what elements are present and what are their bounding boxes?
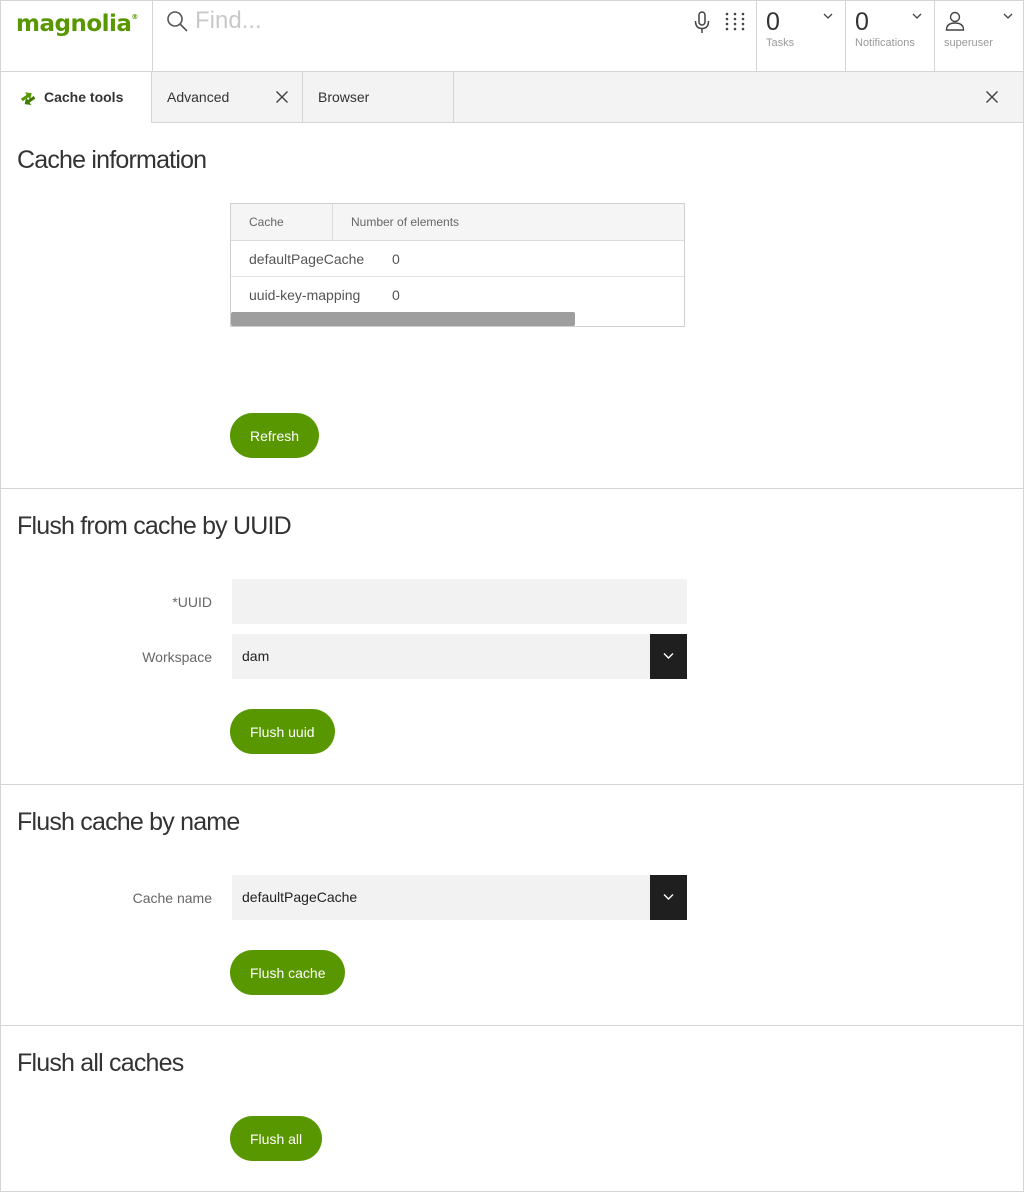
cell-count: 0 [392, 251, 400, 267]
cache-tools-app-icon [20, 92, 35, 105]
cache-name-select[interactable]: defaultPageCache [232, 875, 687, 920]
cache-name-label: Cache name [132, 890, 212, 906]
workspace-select[interactable]: dam [232, 634, 687, 679]
section-title: Flush cache by name [17, 808, 240, 836]
flush-all-button[interactable]: Flush all [230, 1116, 323, 1161]
user-label: superuser [944, 37, 993, 49]
tasks-label: Tasks [766, 37, 795, 49]
search-bar [153, 1, 757, 72]
tasks-indicator[interactable]: 0 Tasks [757, 1, 846, 72]
close-icon[interactable] [275, 90, 289, 104]
workspace-dropdown-button[interactable] [650, 634, 687, 679]
column-header-cache[interactable]: Cache [231, 204, 333, 241]
flush-uuid-button[interactable]: Flush uuid [230, 709, 335, 754]
flush-all-section: Flush all caches Flush all [0, 1026, 1024, 1192]
notifications-label: Notifications [855, 37, 915, 49]
flush-uuid-section: Flush from cache by UUID *UUID Workspace… [0, 489, 1024, 785]
tasks-count: 0 [766, 8, 780, 36]
table-row[interactable]: uuid-key-mapping 0 [231, 277, 684, 313]
user-menu[interactable]: superuser [935, 1, 1023, 72]
logo-text: magnolia® [16, 11, 138, 37]
chevron-down-icon [912, 13, 922, 19]
section-title: Cache information [17, 146, 207, 174]
refresh-button[interactable]: Refresh [230, 413, 320, 458]
cell-count: 0 [392, 287, 400, 303]
tab-label: Advanced [167, 89, 230, 105]
cell-cache: uuid-key-mapping [249, 287, 361, 303]
table-header: Cache Number of elements [231, 204, 684, 241]
workspace-value: dam [242, 648, 270, 664]
user-icon [945, 11, 965, 31]
tab-label: Browser [318, 89, 370, 105]
tab-browser[interactable]: Browser [303, 72, 454, 123]
app-header: magnolia® 0 Tasks 0 Notifications [0, 0, 1024, 72]
cache-name-value: defaultPageCache [242, 889, 358, 905]
app-grid-icon[interactable] [725, 12, 745, 32]
tab-cache-tools[interactable]: Cache tools [1, 72, 152, 123]
uuid-label: *UUID [172, 594, 212, 610]
tab-advanced[interactable]: Advanced [152, 72, 303, 123]
notifications-count: 0 [855, 8, 869, 36]
notifications-indicator[interactable]: 0 Notifications [846, 1, 935, 72]
chevron-down-icon [823, 13, 833, 19]
section-title: Flush all caches [17, 1049, 184, 1077]
cell-cache: defaultPageCache [249, 251, 365, 267]
search-input[interactable] [195, 5, 675, 37]
uuid-field[interactable] [232, 579, 687, 624]
tab-bar: Cache tools Advanced Browser [0, 72, 1024, 123]
search-icon[interactable] [165, 9, 189, 33]
tab-label: Cache tools [44, 89, 124, 105]
horizontal-scrollbar[interactable] [231, 312, 575, 326]
cache-information-section: Cache information Cache Number of elemen… [0, 123, 1024, 489]
chevron-down-icon [663, 653, 674, 659]
cache-name-dropdown-button[interactable] [650, 875, 687, 920]
flush-cache-button[interactable]: Flush cache [230, 950, 346, 995]
close-app-icon[interactable] [985, 90, 999, 104]
microphone-icon[interactable] [693, 11, 711, 35]
cache-table: Cache Number of elements defaultPageCach… [230, 203, 685, 327]
flush-cache-by-name-section: Flush cache by name Cache name defaultPa… [0, 785, 1024, 1026]
section-title: Flush from cache by UUID [17, 512, 292, 540]
chevron-down-icon [1003, 13, 1013, 19]
chevron-down-icon [663, 894, 674, 900]
table-row[interactable]: defaultPageCache 0 [231, 241, 684, 277]
column-header-count[interactable]: Number of elements [333, 204, 684, 241]
logo[interactable]: magnolia® [1, 1, 153, 72]
workspace-label: Workspace [142, 649, 212, 665]
